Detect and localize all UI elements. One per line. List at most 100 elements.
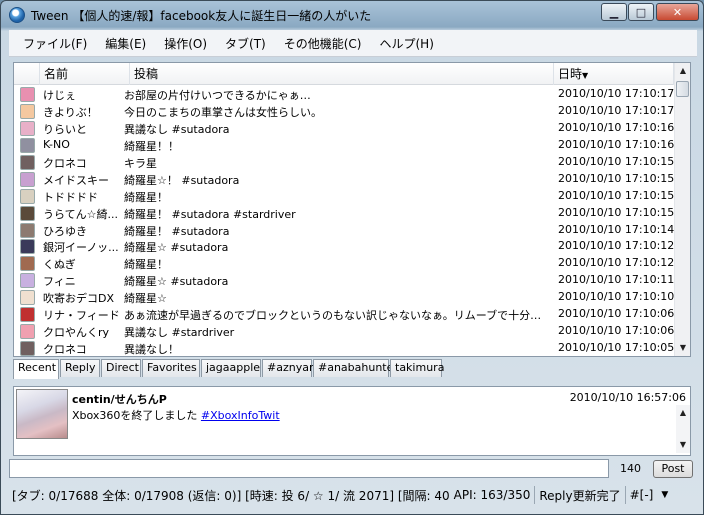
column-header-name[interactable]: 名前 [40, 63, 130, 85]
list-item[interactable]: クロネコ 異議なし！ 2010/10/10 17:10:05 [14, 340, 674, 357]
tab-aznyan[interactable]: #aznyan [262, 359, 316, 377]
status-dropdown-icon[interactable]: ▼ [661, 490, 668, 500]
detail-text: Xbox360を終了しました #XboxInfoTwit [72, 407, 280, 423]
column-header-date[interactable]: 日時▼ [554, 63, 674, 85]
menu-tab[interactable]: タブ(T) [216, 35, 275, 52]
column-header-post[interactable]: 投稿 [130, 63, 554, 85]
list-item[interactable]: フィニ 綺羅星☆ #sutadora 2010/10/10 17:10:11 [14, 272, 674, 289]
column-header-icon[interactable] [14, 63, 40, 85]
user-avatar [20, 205, 35, 221]
timeline-list[interactable]: 名前 投稿 日時▼ けじぇ お部屋の片付けいつできるかにゃぁ… 2010/10/10… [13, 62, 691, 357]
scroll-up-icon[interactable]: ▲ [675, 63, 691, 79]
row-user-name: メイドスキー [43, 173, 109, 187]
list-item[interactable]: メイドスキー 綺羅星☆！ #sutadora 2010/10/10 17:10:15 [14, 171, 674, 188]
detail-user-name[interactable]: centin/せんちんP [72, 391, 167, 407]
list-item[interactable]: K-NO 綺羅星！！ 2010/10/10 17:10:16 [14, 137, 674, 154]
row-user-name: クロやんくry [43, 326, 110, 340]
tab-anabahunter[interactable]: #anabahunter [313, 359, 398, 377]
detail-scrollbar[interactable]: ▲ ▼ [676, 405, 690, 453]
user-avatar [20, 256, 35, 272]
menu-help[interactable]: ヘルプ(H) [371, 35, 443, 52]
user-avatar [20, 341, 35, 357]
tween-app-icon [9, 7, 25, 23]
user-avatar [20, 87, 35, 102]
menu-file[interactable]: ファイル(F) [9, 35, 96, 52]
maximize-icon: □ [635, 5, 647, 19]
user-avatar [20, 120, 35, 136]
row-user-name: クロネコ [43, 156, 87, 170]
row-date: 2010/10/10 17:10:15 [558, 205, 675, 219]
tab-direct[interactable]: Direct [101, 359, 141, 377]
row-user-name: くぬぎ [43, 258, 76, 272]
list-item[interactable]: りらいと 異議なし #sutadora 2010/10/10 17:10:16 [14, 120, 674, 137]
detail-scroll-down-icon[interactable]: ▼ [676, 437, 690, 453]
user-avatar [20, 188, 35, 204]
user-avatar [20, 103, 35, 119]
row-post-text: 異議なし #stardriver [124, 326, 235, 340]
menu-operation[interactable]: 操作(O) [155, 35, 216, 52]
list-item[interactable]: うらてん☆綺... 綺羅星！ #sutadora #stardriver 2010/… [14, 205, 674, 222]
tab-takimura[interactable]: takimura [390, 359, 444, 377]
column-header-date-label: 日時 [558, 67, 583, 81]
list-scrollbar[interactable]: ▲ ▼ [674, 63, 690, 356]
row-date: 2010/10/10 17:10:11 [558, 273, 675, 287]
menu-bar: ファイル(F) 編集(E) 操作(O) タブ(T) その他機能(C) ヘルプ(H… [9, 30, 697, 57]
menu-other[interactable]: その他機能(C) [275, 35, 371, 52]
list-item[interactable]: 吹寄おデコDX 綺羅星☆ 2010/10/10 17:10:10 [14, 289, 674, 306]
row-date: 2010/10/10 17:10:05 [558, 341, 675, 355]
row-user-name: 銀河イーノッ... [43, 241, 119, 255]
list-item[interactable]: 銀河イーノッ... 綺羅星☆ #sutadora 2010/10/10 17:10:… [14, 238, 674, 255]
tab-favorites[interactable]: Favorites [142, 359, 200, 377]
title-bar[interactable]: Tween 【個人的速/報】facebook友人に誕生日一緒の人がいた ▁ □ … [1, 1, 703, 29]
user-avatar [20, 171, 35, 187]
tab-recent[interactable]: Recent [13, 359, 59, 379]
row-user-name: けじぇ [43, 89, 76, 102]
row-date: 2010/10/10 17:10:12 [558, 239, 675, 253]
row-post-text: 異議なし！ [124, 343, 179, 357]
row-post-text: 綺羅星！ [124, 258, 168, 272]
row-user-name: トドドドド [43, 190, 98, 204]
tab-jagaapple[interactable]: jagaapple [201, 359, 261, 377]
user-avatar [20, 137, 35, 153]
user-avatar [20, 273, 35, 289]
status-filter[interactable]: #[-] [630, 488, 654, 502]
close-button[interactable]: ✕ [656, 3, 699, 21]
list-item[interactable]: けじぇ お部屋の片付けいつできるかにゃぁ… 2010/10/10 17:10:17 [14, 86, 674, 103]
user-avatar [20, 154, 35, 170]
row-user-name: きよりぶ！ [43, 105, 98, 119]
list-item[interactable]: きよりぶ！ 今日のこまちの車掌さんは女性らしい。 2010/10/10 17:10:… [14, 103, 674, 120]
menu-edit[interactable]: 編集(E) [96, 35, 155, 52]
user-avatar [20, 290, 35, 306]
maximize-button[interactable]: □ [628, 3, 654, 21]
status-separator [534, 486, 536, 504]
scroll-down-icon[interactable]: ▼ [675, 340, 691, 356]
minimize-button[interactable]: ▁ [601, 3, 627, 21]
detail-hashtag-link[interactable]: #XboxInfoTwit [201, 409, 280, 422]
close-icon: ✕ [672, 5, 683, 19]
list-item[interactable]: くぬぎ 綺羅星！ 2010/10/10 17:10:12 [14, 255, 674, 272]
list-scroll-thumb[interactable] [676, 81, 689, 97]
post-input[interactable] [9, 459, 609, 478]
detail-scroll-up-icon[interactable]: ▲ [676, 405, 690, 421]
row-user-name: 吹寄おデコDX [43, 292, 115, 306]
list-header: 名前 投稿 日時▼ [14, 63, 674, 85]
list-item[interactable]: リナ・フィード あぁ流速が早過ぎるのでブロックというのもない訳じゃないなぁ。リムー… [14, 306, 674, 323]
row-post-text: 綺羅星！ #sutadora [124, 224, 230, 238]
status-stats: [タブ: 0/17688 全体: 0/17908 (返信: 0)] [時速: 投… [12, 488, 450, 503]
status-separator [624, 486, 626, 504]
row-post-text: お部屋の片付けいつできるかにゃぁ… [124, 89, 311, 102]
list-item[interactable]: トドドドド 綺羅星！ 2010/10/10 17:10:15 [14, 188, 674, 205]
row-date: 2010/10/10 17:10:17 [558, 87, 675, 100]
user-avatar [20, 222, 35, 238]
detail-text-body: Xbox360を終了しました [72, 409, 201, 422]
list-item[interactable]: ひろゆき 綺羅星！ #sutadora 2010/10/10 17:10:14 [14, 222, 674, 239]
detail-avatar[interactable] [16, 389, 68, 439]
list-item[interactable]: クロネコ キラ星 2010/10/10 17:10:15 [14, 154, 674, 171]
row-date: 2010/10/10 17:10:16 [558, 137, 675, 151]
detail-date: 2010/10/10 16:57:06 [569, 391, 686, 404]
post-button[interactable]: Post [653, 460, 693, 478]
row-date: 2010/10/10 17:10:15 [558, 154, 675, 168]
tab-reply[interactable]: Reply [60, 359, 100, 377]
row-post-text: あぁ流速が早過ぎるのでブロックというのもない訳じゃないなぁ。リムーブで十分なんだ… [124, 309, 548, 323]
list-item[interactable]: クロやんくry 異議なし #stardriver 2010/10/10 17:10:… [14, 323, 674, 340]
